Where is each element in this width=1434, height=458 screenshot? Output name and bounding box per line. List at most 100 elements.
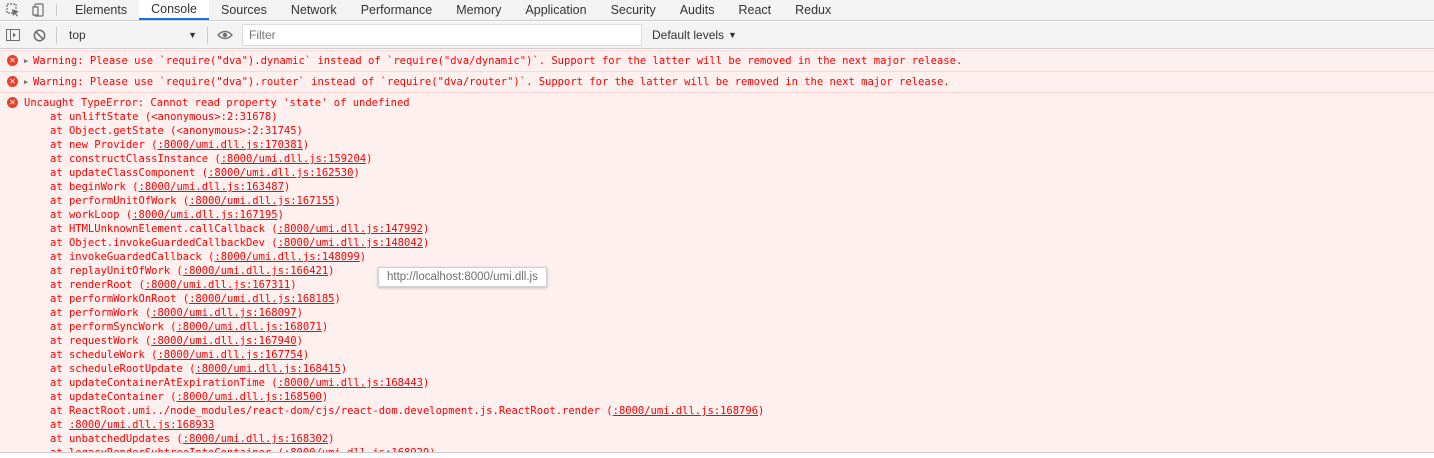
tab-memory[interactable]: Memory — [444, 0, 513, 20]
source-link[interactable]: :8000/umi.dll.js:148099 — [214, 251, 359, 263]
toolbar-separator — [207, 26, 208, 44]
stack-frame-close: ) — [302, 139, 310, 151]
stack-frame: at Object.invokeGuardedCallbackDev (:800… — [24, 236, 1434, 250]
tab-console[interactable]: Console — [139, 0, 209, 20]
stack-frame-function: at workLoop ( — [50, 209, 133, 221]
context-selector[interactable]: top ▼ — [63, 25, 203, 45]
warning-text: Warning: Please use `require("dva").rout… — [33, 76, 950, 88]
stack-frame-close: ) — [296, 335, 303, 347]
stack-frame: at requestWork (:8000/umi.dll.js:167940) — [24, 334, 1434, 348]
tab-sources[interactable]: Sources — [209, 0, 279, 20]
stack-frame-function: at requestWork ( — [50, 335, 152, 347]
stack-frame-close: ) — [321, 391, 329, 403]
error-icon: ✕ — [7, 97, 18, 108]
stack-frame-close: ) — [422, 237, 430, 249]
source-link[interactable]: :8000/umi.dll.js:168796 — [613, 405, 758, 417]
tab-application[interactable]: Application — [513, 0, 598, 20]
context-selector-label: top — [69, 28, 86, 42]
stack-frame-function: at updateClassComponent ( — [50, 167, 209, 179]
stack-frame-function: at beginWork ( — [50, 181, 139, 193]
devtools-tabbar: Elements Console Sources Network Performance… — [0, 0, 1434, 21]
stack-frame-close: ) — [290, 279, 297, 291]
stack-frame-close: ) — [334, 195, 341, 207]
tab-audits[interactable]: Audits — [668, 0, 727, 20]
source-link[interactable]: :8000/umi.dll.js:166421 — [183, 265, 328, 277]
tab-security[interactable]: Security — [599, 0, 668, 20]
live-expression-eye-icon[interactable] — [212, 22, 238, 48]
stack-frame-close: ) — [359, 251, 367, 263]
expand-triangle-icon[interactable]: ▶ — [24, 54, 33, 68]
tab-network[interactable]: Network — [279, 0, 349, 20]
console-messages: ✕ ▶ Warning: Please use `require("dva").d… — [0, 50, 1434, 452]
stack-frame-close: ) — [277, 209, 284, 221]
stack-frame-function: at ReactRoot.umi../node_modules/react-do… — [50, 405, 613, 417]
source-link[interactable]: :8000/umi.dll.js:170381 — [157, 139, 302, 151]
source-link[interactable]: :8000/umi.dll.js:168415 — [195, 363, 340, 375]
console-warning-message[interactable]: ✕ ▶ Warning: Please use `require("dva").r… — [0, 71, 1434, 92]
log-levels-dropdown[interactable]: Default levels ▼ — [646, 24, 743, 46]
clear-console-icon[interactable] — [26, 22, 52, 48]
stack-frame-function: at updateContainer ( — [50, 391, 177, 403]
stack-frame-close: ) — [328, 433, 335, 445]
stack-frame-close: ) — [353, 167, 360, 179]
source-link[interactable]: :8000/umi.dll.js:147992 — [278, 223, 423, 235]
source-link[interactable]: :8000/umi.dll.js:167155 — [189, 195, 334, 207]
stack-frame-function: at unliftState (<anonymous>:2:31678) — [50, 111, 278, 123]
toolbar-separator — [56, 26, 57, 44]
stack-frame-close: ) — [302, 349, 310, 361]
show-sidebar-icon[interactable] — [0, 22, 26, 48]
source-link[interactable]: :8000/umi.dll.js:168302 — [183, 433, 328, 445]
tab-redux[interactable]: Redux — [783, 0, 843, 20]
console-error-message[interactable]: ✕ Uncaught TypeError: Cannot read proper… — [0, 92, 1434, 452]
stack-frame-function: at updateContainerAtExpirationTime ( — [50, 377, 278, 389]
stack-frame: at new Provider (:8000/umi.dll.js:170381… — [24, 138, 1434, 152]
stack-frame-function: at Object.invokeGuardedCallbackDev ( — [50, 237, 278, 249]
stack-frame: at performWorkOnRoot (:8000/umi.dll.js:1… — [24, 292, 1434, 306]
source-link[interactable]: :8000/umi.dll.js:167195 — [132, 209, 277, 221]
source-link[interactable]: :8000/umi.dll.js:168933 — [69, 419, 214, 431]
expand-triangle-icon[interactable]: ▶ — [24, 75, 33, 89]
source-link[interactable]: :8000/umi.dll.js:168185 — [189, 293, 334, 305]
tabbar-separator — [56, 4, 57, 16]
stack-frame: at HTMLUnknownElement.callCallback (:800… — [24, 222, 1434, 236]
console-warning-message[interactable]: ✕ ▶ Warning: Please use `require("dva").d… — [0, 50, 1434, 71]
stack-frame: at beginWork (:8000/umi.dll.js:163487) — [24, 180, 1434, 194]
tab-elements[interactable]: Elements — [63, 0, 139, 20]
filter-input[interactable] — [242, 24, 642, 46]
error-icon: ✕ — [7, 55, 18, 66]
stack-frame: at renderRoot (:8000/umi.dll.js:167311) — [24, 278, 1434, 292]
stack-frame-function: at scheduleWork ( — [50, 349, 158, 361]
stack-frame: at unliftState (<anonymous>:2:31678) — [24, 110, 1434, 124]
stack-frame-function: at scheduleRootUpdate ( — [50, 363, 196, 375]
stack-frame-function: at new Provider ( — [50, 139, 158, 151]
source-link[interactable]: :8000/umi.dll.js:148042 — [278, 237, 423, 249]
device-toolbar-icon[interactable] — [26, 0, 52, 20]
stack-frame: at performUnitOfWork (:8000/umi.dll.js:1… — [24, 194, 1434, 208]
source-link[interactable]: :8000/umi.dll.js:167311 — [145, 279, 290, 291]
stack-frame: at scheduleRootUpdate (:8000/umi.dll.js:… — [24, 362, 1434, 376]
stack-frame-function: at — [50, 419, 69, 431]
source-link[interactable]: :8000/umi.dll.js:163487 — [139, 181, 284, 193]
source-link[interactable]: :8000/umi.dll.js:167754 — [157, 349, 302, 361]
tab-react[interactable]: React — [726, 0, 783, 20]
error-icon: ✕ — [7, 76, 18, 87]
dropdown-arrow-icon: ▼ — [188, 30, 197, 40]
stack-frame: at Object.getState (<anonymous>:2:31745) — [24, 124, 1434, 138]
source-link[interactable]: :8000/umi.dll.js:168071 — [176, 321, 321, 333]
stack-frame-close: ) — [758, 405, 765, 417]
dropdown-arrow-icon: ▼ — [728, 30, 737, 40]
source-link[interactable]: :8000/umi.dll.js:168443 — [278, 377, 423, 389]
tab-performance[interactable]: Performance — [349, 0, 445, 20]
stack-frame: at performSyncWork (:8000/umi.dll.js:168… — [24, 320, 1434, 334]
source-link[interactable]: :8000/umi.dll.js:162530 — [208, 167, 353, 179]
stack-frame-function: at HTMLUnknownElement.callCallback ( — [50, 223, 278, 235]
error-text: Uncaught TypeError: Cannot read property… — [24, 97, 410, 109]
stack-frame-function: at constructClassInstance ( — [50, 153, 221, 165]
inspect-element-icon[interactable] — [0, 0, 26, 20]
source-link[interactable]: :8000/umi.dll.js:168500 — [176, 391, 321, 403]
stack-frame-function: at unbatchedUpdates ( — [50, 433, 183, 445]
source-link[interactable]: :8000/umi.dll.js:167940 — [151, 335, 296, 347]
source-link[interactable]: :8000/umi.dll.js:159204 — [221, 153, 366, 165]
tab-list: Elements Console Sources Network Performance… — [63, 0, 843, 20]
source-link[interactable]: :8000/umi.dll.js:168097 — [151, 307, 296, 319]
